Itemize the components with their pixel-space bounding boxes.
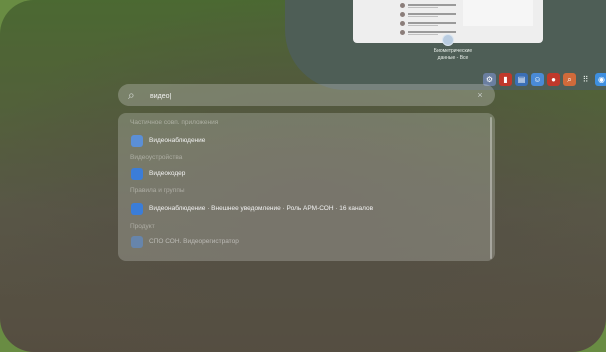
result-item[interactable]: Видеонаблюдение <box>118 130 488 152</box>
id-card-icon[interactable]: ▤ <box>515 73 528 86</box>
taskbar-dock: ⚙ ▮ ▤ ☺ ● ⌕ ⠿ ◉ <box>483 73 606 89</box>
scrollbar[interactable] <box>490 117 492 259</box>
list-item <box>400 21 460 27</box>
fingerprint-icon <box>442 34 454 46</box>
globe-icon[interactable]: ◉ <box>595 73 606 86</box>
cube-icon <box>131 168 143 180</box>
search-bar[interactable]: ⌕ × <box>118 84 495 106</box>
book-icon[interactable]: ▮ <box>499 73 512 86</box>
camera-icon[interactable]: ● <box>547 73 560 86</box>
search-input[interactable] <box>148 87 452 105</box>
section-header: Продукт <box>130 223 155 230</box>
section-header: Видеоустройства <box>130 154 183 161</box>
clear-icon[interactable]: × <box>473 88 487 102</box>
list-item <box>400 12 460 18</box>
result-item[interactable]: СПО СОН. Видеорегистратор <box>118 231 488 253</box>
thumbnail-detail-pane <box>463 0 533 26</box>
app-icon <box>131 135 143 147</box>
section-header: Частичное совп. приложения <box>130 119 219 126</box>
result-label: Видеонаблюдение <box>149 137 206 144</box>
cube-icon <box>131 203 143 215</box>
people-icon[interactable]: ☺ <box>531 73 544 86</box>
result-label: Видеокодер <box>149 170 186 177</box>
search-icon[interactable]: ⌕ <box>563 73 576 86</box>
result-label: Видеонаблюдение · Внешнее уведомление · … <box>149 205 374 212</box>
product-icon <box>131 236 143 248</box>
result-item[interactable]: Видеокодер <box>118 163 488 185</box>
result-label: СПО СОН. Видеорегистратор <box>149 238 239 245</box>
result-item[interactable]: Видеонаблюдение · Внешнее уведомление · … <box>118 198 488 220</box>
section-header: Правила и группы <box>130 187 185 194</box>
search-icon: ⌕ <box>128 88 135 102</box>
grid-icon[interactable]: ⠿ <box>579 73 592 86</box>
window-caption: Биометрические данные - Все <box>433 48 473 61</box>
search-results-panel: Частичное совп. приложения Видеонаблюден… <box>118 113 495 261</box>
list-item <box>400 3 460 9</box>
